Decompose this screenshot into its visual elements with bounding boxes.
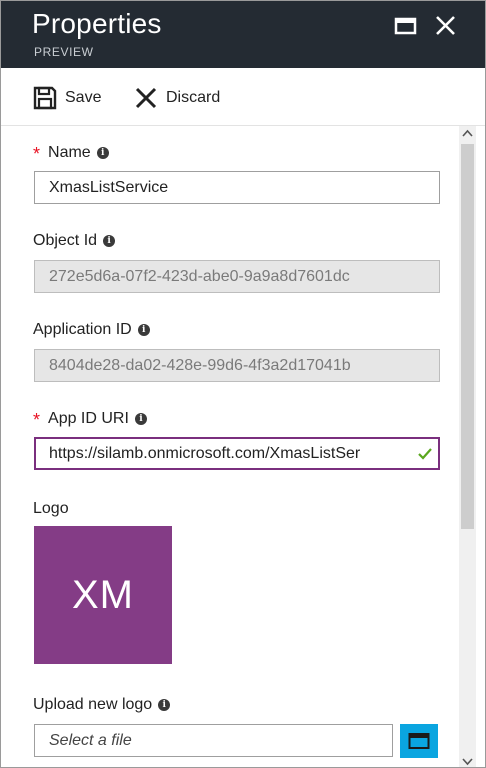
save-label: Save xyxy=(65,89,102,106)
object-id-label-row: Object Id i xyxy=(33,232,116,250)
logo-label-row: Logo xyxy=(33,500,69,518)
info-icon[interactable]: i xyxy=(137,324,150,336)
info-icon[interactable]: i xyxy=(96,146,109,159)
scroll-down-button[interactable] xyxy=(459,753,476,767)
app-id-uri-value: https://silamb.onmicrosoft.com/XmasListS… xyxy=(49,444,361,462)
application-id-value: 8404de28-da02-428e-99d6-4f3a2d17041b xyxy=(49,356,351,374)
app-id-uri-label: App ID URI xyxy=(48,409,129,427)
required-star: * xyxy=(33,144,41,164)
application-id-label-row: Application ID i xyxy=(33,321,150,339)
chevron-down-icon xyxy=(462,758,473,766)
file-select-input[interactable]: Select a file xyxy=(34,724,393,757)
discard-icon xyxy=(135,87,157,109)
scroll-up-button[interactable] xyxy=(459,126,476,142)
save-icon xyxy=(33,86,57,110)
blade-title: Properties xyxy=(32,8,162,39)
info-icon[interactable]: i xyxy=(158,699,171,711)
folder-icon xyxy=(408,733,430,749)
close-button[interactable] xyxy=(431,11,461,41)
name-input[interactable]: XmasListService xyxy=(34,171,440,204)
discard-button[interactable]: Discard xyxy=(134,84,220,112)
properties-blade: Properties PREVIEW Save Discard * Name i… xyxy=(0,0,486,768)
name-label-row: * Name i xyxy=(33,142,109,164)
logo-initials: XM xyxy=(72,572,134,617)
discard-label: Discard xyxy=(166,89,221,106)
object-id-label: Object Id xyxy=(33,232,98,249)
blade-header: Properties PREVIEW xyxy=(1,1,485,68)
vertical-scrollbar[interactable] xyxy=(459,126,476,767)
save-button[interactable]: Save xyxy=(33,84,101,112)
object-id-value: 272e5d6a-07f2-423d-abe0-9a9a8d7601dc xyxy=(49,267,350,285)
info-icon[interactable]: i xyxy=(103,235,116,247)
validation-check-icon xyxy=(412,447,438,461)
upload-logo-label-row: Upload new logo i xyxy=(33,696,171,714)
app-id-uri-label-row: * App ID URI i xyxy=(33,408,147,430)
app-logo: XM xyxy=(34,526,172,664)
logo-label: Logo xyxy=(33,500,69,517)
browse-file-button[interactable] xyxy=(400,724,438,758)
application-id-field[interactable]: 8404de28-da02-428e-99d6-4f3a2d17041b xyxy=(34,349,440,382)
file-select-placeholder: Select a file xyxy=(49,731,132,749)
app-id-uri-input[interactable]: https://silamb.onmicrosoft.com/XmasListS… xyxy=(34,437,440,470)
name-label: Name xyxy=(48,143,91,161)
maximize-button[interactable] xyxy=(391,11,421,41)
upload-logo-label: Upload new logo xyxy=(33,696,153,713)
scrollbar-thumb[interactable] xyxy=(461,144,474,529)
close-icon xyxy=(436,16,455,35)
blade-subtitle: PREVIEW xyxy=(34,45,94,59)
application-id-label: Application ID xyxy=(33,321,132,338)
maximize-icon xyxy=(394,17,417,35)
name-value: XmasListService xyxy=(49,178,169,196)
required-star: * xyxy=(33,410,41,430)
object-id-field[interactable]: 272e5d6a-07f2-423d-abe0-9a9a8d7601dc xyxy=(34,260,440,293)
chevron-up-icon xyxy=(462,129,473,137)
form-content: * Name i XmasListService Object Id i 272… xyxy=(1,126,459,767)
info-icon[interactable]: i xyxy=(134,412,147,425)
command-bar: Save Discard xyxy=(1,68,485,126)
